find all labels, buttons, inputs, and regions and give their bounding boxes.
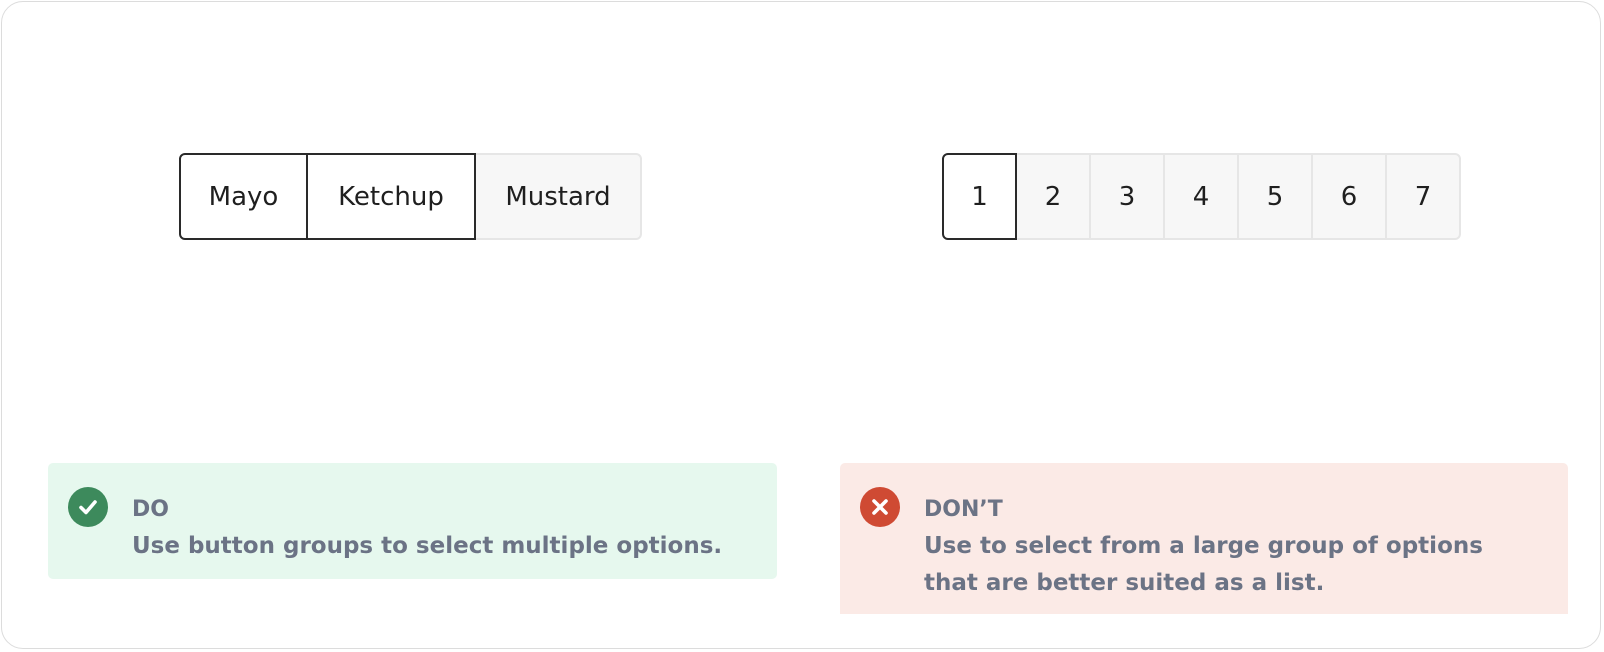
example-frame: Mayo Ketchup Mustard 1 2 3 4 5 6 7 DO Us…	[1, 1, 1601, 649]
do-title: DO	[132, 497, 169, 522]
dont-title: DON’T	[924, 497, 1003, 522]
dont-description: Use to select from a large group of opti…	[924, 533, 1483, 596]
number-6-button[interactable]: 6	[1311, 153, 1387, 240]
x-circle-icon	[860, 487, 900, 527]
number-2-button[interactable]: 2	[1015, 153, 1091, 240]
number-1-button[interactable]: 1	[942, 153, 1017, 240]
number-4-button[interactable]: 4	[1163, 153, 1239, 240]
mayo-button[interactable]: Mayo	[179, 153, 308, 240]
check-circle-icon	[68, 487, 108, 527]
dont-guideline-card: DON’T Use to select from a large group o…	[840, 463, 1568, 614]
number-3-button[interactable]: 3	[1089, 153, 1165, 240]
do-description: Use button groups to select multiple opt…	[132, 533, 723, 559]
condiment-button-group: Mayo Ketchup Mustard	[179, 153, 642, 240]
number-button-group: 1 2 3 4 5 6 7	[942, 153, 1461, 240]
mustard-button[interactable]: Mustard	[474, 153, 642, 240]
ketchup-button[interactable]: Ketchup	[306, 153, 476, 240]
do-guideline-card: DO Use button groups to select multiple …	[48, 463, 777, 579]
number-5-button[interactable]: 5	[1237, 153, 1313, 240]
number-7-button[interactable]: 7	[1385, 153, 1461, 240]
